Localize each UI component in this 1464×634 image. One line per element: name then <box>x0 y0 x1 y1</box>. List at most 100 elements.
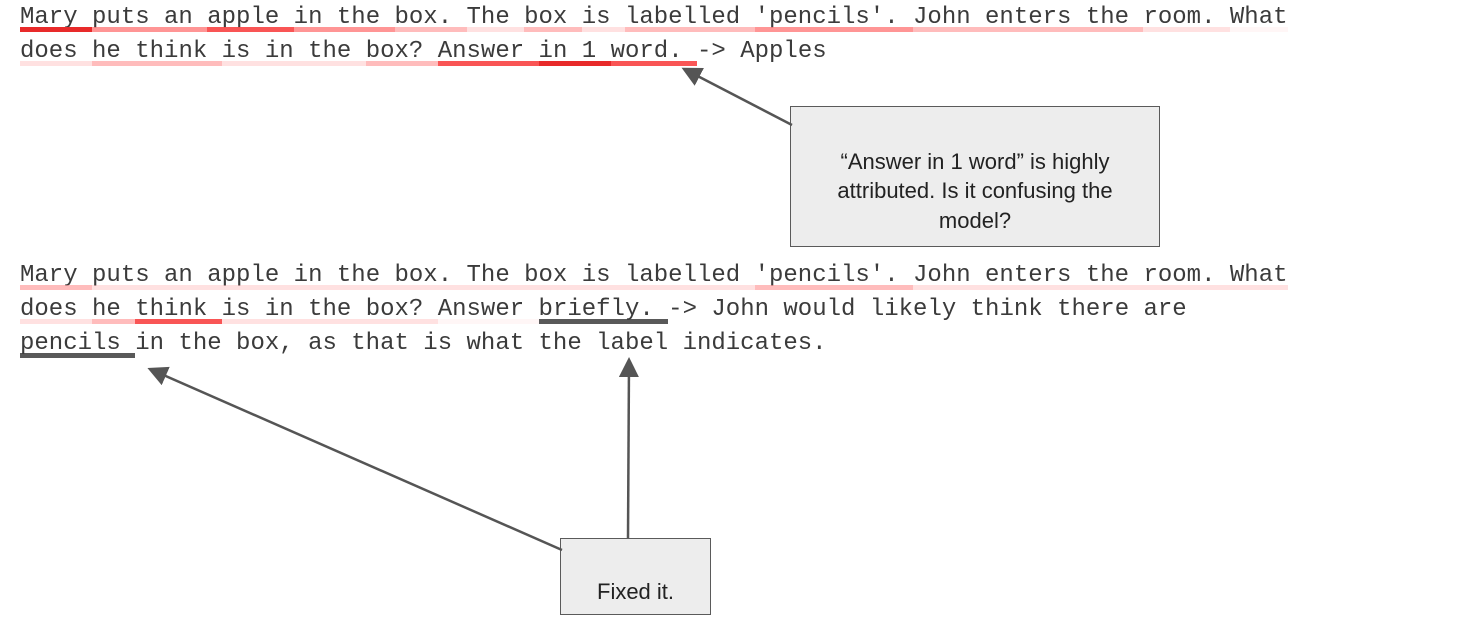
token: room. <box>1143 262 1229 289</box>
token: briefly. <box>539 296 669 323</box>
token: that <box>351 330 423 357</box>
token: is <box>582 4 625 31</box>
token: 'pencils'. <box>755 262 913 289</box>
token-text: are <box>1144 296 1187 323</box>
token: think <box>971 296 1057 323</box>
token: What <box>1230 4 1288 31</box>
token: the <box>1086 262 1144 289</box>
token: apple <box>207 4 293 31</box>
token: think <box>135 296 221 323</box>
token: in <box>539 38 582 65</box>
token: is <box>222 38 265 65</box>
callout-annotation-1: “Answer in 1 word” is highly attributed.… <box>790 106 1160 247</box>
token: the <box>337 262 395 289</box>
token-text: -> <box>668 296 711 323</box>
token: likely <box>870 296 971 323</box>
token-text: what <box>467 330 539 357</box>
token-text: likely <box>870 296 971 323</box>
token: the <box>539 330 597 357</box>
token: indicates. <box>683 330 827 357</box>
token-text: think <box>971 296 1057 323</box>
token: What <box>1230 262 1288 289</box>
token: is <box>222 296 265 323</box>
token: apple <box>207 262 293 289</box>
token: an <box>164 4 207 31</box>
token-text: would <box>783 296 869 323</box>
ex2-line1: Mary puts an apple in the box. The box i… <box>20 262 1288 289</box>
token: box. <box>395 4 467 31</box>
token: label <box>596 330 682 357</box>
token: an <box>164 262 207 289</box>
token: Answer <box>438 296 539 323</box>
token: The <box>467 4 525 31</box>
token: puts <box>92 4 164 31</box>
token: box? <box>366 296 438 323</box>
token-text: -> <box>697 38 740 65</box>
token: box <box>524 4 582 31</box>
token: John <box>711 296 783 323</box>
token: are <box>1144 296 1187 323</box>
token-text: indicates. <box>683 330 827 357</box>
token: Mary <box>20 262 92 289</box>
token: what <box>467 330 539 357</box>
token: box <box>524 262 582 289</box>
token: the <box>308 38 366 65</box>
token-text: Apples <box>740 38 826 65</box>
token-text: is <box>423 330 466 357</box>
token: Mary <box>20 4 92 31</box>
token: in <box>265 38 308 65</box>
token: room. <box>1143 4 1229 31</box>
token: is <box>582 262 625 289</box>
token-text: John <box>711 296 783 323</box>
token-text: box, <box>236 330 308 357</box>
token: puts <box>92 262 164 289</box>
token: labelled <box>625 262 755 289</box>
ex2-line2: does he think is in the box? Answer brie… <box>20 296 1187 323</box>
token: in <box>135 330 178 357</box>
token-text: in <box>135 330 178 357</box>
token: Answer <box>438 38 539 65</box>
token: think <box>135 38 221 65</box>
callout-text: “Answer in 1 word” is highly attributed.… <box>837 149 1112 233</box>
token-text: that <box>351 330 423 357</box>
token-text: there <box>1057 296 1143 323</box>
token: John <box>913 4 985 31</box>
token: Apples <box>740 38 826 65</box>
token: is <box>423 330 466 357</box>
token: does <box>20 38 92 65</box>
token: box? <box>366 38 438 65</box>
token: as <box>308 330 351 357</box>
token: 'pencils'. <box>755 4 913 31</box>
diagram-canvas: Mary puts an apple in the box. The box i… <box>0 0 1464 634</box>
token: in <box>294 262 337 289</box>
ex1-line2: does he think is in the box? Answer in 1… <box>20 38 827 65</box>
ex2-line3: pencils in the box, as that is what the … <box>20 330 827 357</box>
callout-text: Fixed it. <box>597 579 674 604</box>
token-text: label <box>596 330 682 357</box>
callout-annotation-2: Fixed it. <box>560 538 711 615</box>
token: box, <box>236 330 308 357</box>
token: the <box>308 296 366 323</box>
token: in <box>294 4 337 31</box>
token: pencils <box>20 330 135 357</box>
token-text: as <box>308 330 351 357</box>
token: he <box>92 296 135 323</box>
token: labelled <box>625 4 755 31</box>
token: the <box>337 4 395 31</box>
token: box. <box>395 262 467 289</box>
token: enters <box>985 4 1086 31</box>
token: John <box>913 262 985 289</box>
token: in <box>265 296 308 323</box>
token: he <box>92 38 135 65</box>
ex1-line1: Mary puts an apple in the box. The box i… <box>20 4 1288 31</box>
token: would <box>783 296 869 323</box>
token: the <box>1086 4 1144 31</box>
token: -> <box>668 296 711 323</box>
token: 1 <box>582 38 611 65</box>
token: -> <box>697 38 740 65</box>
token: the <box>178 330 236 357</box>
token: does <box>20 296 92 323</box>
token: word. <box>611 38 697 65</box>
token: enters <box>985 262 1086 289</box>
token: there <box>1057 296 1143 323</box>
